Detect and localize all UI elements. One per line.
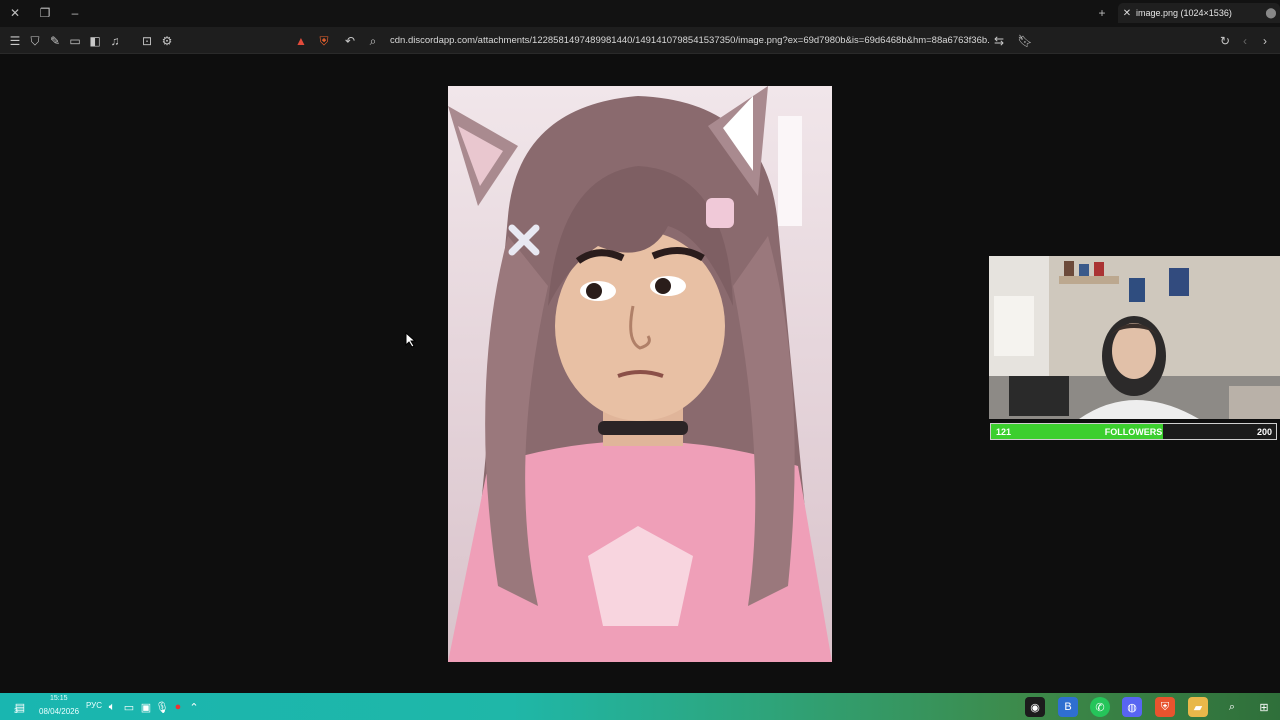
image-viewer: 121 FOLLOWERS 200: [0, 55, 1280, 693]
followers-label: FOLLOWERS: [1104, 427, 1163, 437]
extensions-icon[interactable]: ⚙: [158, 32, 176, 50]
notifications-icon[interactable]: ▤: [10, 697, 30, 717]
followers-goal: 200: [1256, 427, 1272, 437]
pin-icon[interactable]: ✎: [46, 32, 64, 50]
display-icon[interactable]: ▣: [138, 697, 154, 717]
browser-toolbar: ☰ ⛉ ✎ ▭ ◧ ♫ ⊡ ⚙ ▲ ⛨ ↶ ⌕ cdn.discordapp.c…: [0, 27, 1280, 54]
discord-icon[interactable]: ◍: [1122, 697, 1142, 717]
followers-goal-bar: 121 FOLLOWERS 200: [990, 423, 1277, 440]
restore-window-icon[interactable]: ❐: [35, 4, 55, 22]
windows-start-icon[interactable]: ⊞: [1254, 697, 1274, 717]
microphone-icon[interactable]: 🎙︎: [154, 697, 170, 717]
tabs-icon[interactable]: ▭: [66, 32, 84, 50]
mouse-cursor-icon: [405, 331, 417, 353]
record-icon[interactable]: ●: [170, 697, 186, 717]
music-icon[interactable]: ♫: [106, 32, 124, 50]
title-bar: ✕ ❐ – + ✕ image.png (1024×1536) ⬤: [0, 0, 1280, 27]
whatsapp-icon[interactable]: ✆: [1090, 697, 1110, 717]
bookmark-icon[interactable]: 🔖︎: [1016, 32, 1034, 50]
forward-icon[interactable]: ›: [1256, 32, 1274, 50]
language-indicator[interactable]: РУС: [86, 701, 102, 710]
close-window-icon[interactable]: ✕: [5, 4, 25, 22]
brave-rewards-icon[interactable]: ▲: [292, 32, 310, 50]
b-app-icon[interactable]: B: [1058, 697, 1078, 717]
network-icon[interactable]: ▭: [121, 697, 137, 717]
minimize-window-icon[interactable]: –: [65, 4, 85, 22]
search-icon[interactable]: ⌕: [364, 32, 382, 50]
reload-icon[interactable]: ↻: [1216, 32, 1234, 50]
tray-expand-icon[interactable]: ⌃: [186, 697, 202, 717]
file-explorer-icon[interactable]: ▰: [1188, 697, 1208, 717]
tab-title: image.png (1024×1536): [1136, 8, 1232, 18]
address-bar[interactable]: cdn.discordapp.com/attachments/122858149…: [390, 33, 990, 49]
site-settings-icon[interactable]: ⇆: [990, 32, 1008, 50]
close-tab-icon[interactable]: ✕: [1118, 8, 1136, 19]
brave-browser-icon[interactable]: ⛨: [1155, 697, 1175, 717]
webcam-overlay: [989, 256, 1280, 419]
back-arrow-icon[interactable]: ↶: [341, 32, 359, 50]
shield-icon[interactable]: ⛉: [26, 32, 44, 50]
sidebar-icon[interactable]: ◧: [86, 32, 104, 50]
tab-image[interactable]: ✕ image.png (1024×1536) ⬤: [1118, 3, 1280, 23]
taskbar: ▤ 3 15:15 08/04/2026 РУС 🔈︎ ▭ ▣ 🎙︎ ● ⌃ ◉…: [0, 693, 1280, 720]
clock-date: 08/04/2026: [39, 707, 80, 716]
anime-portrait-image[interactable]: [448, 86, 832, 662]
screenshot-icon[interactable]: ⊡: [138, 32, 156, 50]
search-taskbar-icon[interactable]: ⌕: [1222, 697, 1242, 717]
brave-shield-icon[interactable]: ⛨: [315, 32, 333, 50]
new-tab-icon[interactable]: +: [1092, 4, 1112, 22]
clock-time: 15:15: [50, 695, 68, 702]
tab-shield-icon[interactable]: ⬤: [1262, 8, 1280, 19]
obs-icon[interactable]: ◉: [1025, 697, 1045, 717]
back-icon[interactable]: ‹: [1236, 32, 1254, 50]
menu-icon[interactable]: ☰: [6, 32, 24, 50]
volume-icon[interactable]: 🔈︎: [104, 697, 120, 717]
notification-count: 3: [14, 708, 18, 715]
